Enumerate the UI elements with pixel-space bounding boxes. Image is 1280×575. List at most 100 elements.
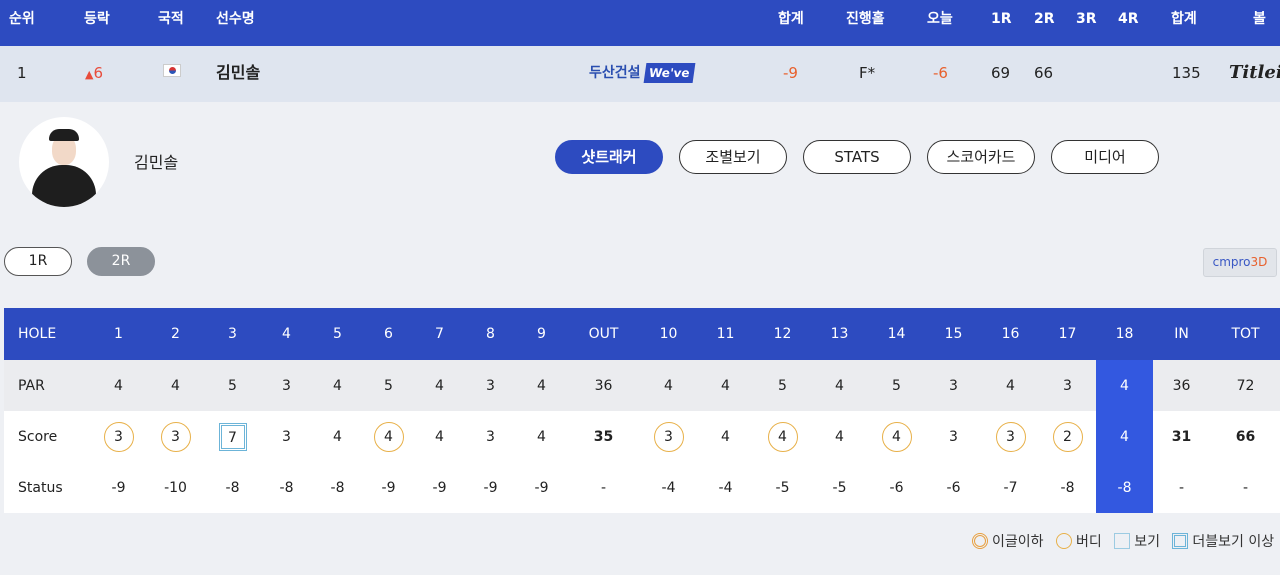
par-cell-4: 3	[261, 360, 312, 411]
status-cell-4: -8	[261, 462, 312, 513]
score-cell-8: 3	[465, 411, 516, 462]
score-cell-1: 3	[90, 411, 147, 462]
rank-change: ▲6	[85, 46, 103, 102]
score-cell-9: 4	[516, 411, 567, 462]
round-2r-button[interactable]: 2R	[87, 247, 155, 276]
score-cell-6: 4	[363, 411, 414, 462]
par-cell-12: 5	[754, 360, 811, 411]
hole-cell-9: 9	[516, 308, 567, 360]
header-today: 오늘	[927, 11, 953, 27]
status-cell-2: -10	[147, 462, 204, 513]
header-rank: 순위	[9, 11, 35, 27]
player-sum: 135	[1172, 64, 1201, 82]
player-profile: 김민솔 샷트래커 조별보기 STATS 스코어카드 미디어	[0, 102, 1280, 224]
score-legend: 이글이하 버디 보기 더블보기 이상	[972, 531, 1274, 551]
score-cell-12: 4	[754, 411, 811, 462]
cmpro3d-button[interactable]: cmpro3D	[1203, 248, 1277, 277]
leaderboard-header: 순위 등락 국적 선수명 합계 진행홀 오늘 1R 2R 3R 4R 합계 볼	[0, 0, 1280, 46]
round-1r-button[interactable]: 1R	[4, 247, 72, 276]
player-total: -9	[783, 64, 798, 82]
status-cell-5: -8	[312, 462, 363, 513]
player-r1: 69	[991, 64, 1011, 82]
birdie-marker: 3	[995, 421, 1026, 452]
hole-cell-12: 12	[754, 308, 811, 360]
header-r4: 4R	[1118, 11, 1139, 27]
tab-shot-tracker[interactable]: 샷트래커	[555, 140, 663, 174]
par-cell-in: 36	[1153, 360, 1210, 411]
legend-double-bogey: 더블보기 이상	[1172, 531, 1274, 551]
status-cell-tot: -	[1210, 462, 1280, 513]
tab-scorecard[interactable]: 스코어카드	[927, 140, 1035, 174]
birdie-marker: 4	[373, 421, 404, 452]
scorecard-score-row: Score 3 3 7 3 4 4 4 3 4 35 3 4 4 4 4 3 3 2 4 31 66	[4, 411, 1280, 462]
player-progress: F*	[859, 64, 876, 82]
hole-cell-7: 7	[414, 308, 465, 360]
par-cell-1: 4	[90, 360, 147, 411]
double-bogey-marker-icon	[1172, 533, 1189, 549]
hole-cell-out: OUT	[567, 308, 640, 360]
tab-group-view[interactable]: 조별보기	[679, 140, 787, 174]
score-cell-5: 4	[312, 411, 363, 462]
score-cell-18: 4	[1096, 411, 1153, 462]
sponsor-logo-mark: We've	[643, 63, 695, 83]
score-cell-17: 2	[1039, 411, 1096, 462]
par-cell-16: 4	[982, 360, 1039, 411]
status-cell-14: -6	[868, 462, 925, 513]
par-cell-tot: 72	[1210, 360, 1280, 411]
legend-eagle: 이글이하	[972, 531, 1044, 551]
status-cell-out: -	[567, 462, 640, 513]
status-cell-7: -9	[414, 462, 465, 513]
hole-cell-5: 5	[312, 308, 363, 360]
sponsor-name: 두산건설	[589, 65, 641, 81]
status-cell-8: -9	[465, 462, 516, 513]
par-cell-9: 4	[516, 360, 567, 411]
header-ball: 볼	[1253, 11, 1266, 27]
par-cell-5: 4	[312, 360, 363, 411]
tab-media[interactable]: 미디어	[1051, 140, 1159, 174]
hole-cell-14: 14	[868, 308, 925, 360]
par-label: PAR	[4, 360, 90, 411]
par-cell-13: 4	[811, 360, 868, 411]
header-progress: 진행홀	[846, 11, 885, 27]
header-nation: 국적	[158, 11, 184, 27]
score-label: Score	[4, 411, 90, 462]
birdie-marker: 4	[881, 421, 912, 452]
korea-flag-icon	[163, 64, 181, 77]
status-cell-18: -8	[1096, 462, 1153, 513]
hole-cell-6: 6	[363, 308, 414, 360]
score-cell-3: 7	[204, 411, 261, 462]
score-cell-11: 4	[697, 411, 754, 462]
hole-cell-1: 1	[90, 308, 147, 360]
status-cell-16: -7	[982, 462, 1039, 513]
par-cell-14: 5	[868, 360, 925, 411]
score-cell-16: 3	[982, 411, 1039, 462]
hole-cell-10: 10	[640, 308, 697, 360]
hole-cell-11: 11	[697, 308, 754, 360]
ball-brand-logo: Titleist	[1229, 62, 1280, 83]
score-cell-14: 4	[868, 411, 925, 462]
par-cell-17: 3	[1039, 360, 1096, 411]
player-today: -6	[933, 64, 948, 82]
birdie-marker: 4	[767, 421, 798, 452]
tab-stats[interactable]: STATS	[803, 140, 911, 174]
scorecard-hole-row: HOLE 1 2 3 4 5 6 7 8 9 OUT 10 11 12 13 14 15 16 17 18 IN TOT	[4, 308, 1280, 360]
hole-label: HOLE	[4, 308, 90, 360]
par-cell-out: 36	[567, 360, 640, 411]
player-row[interactable]: 1 ▲6 김민솔 두산건설 We've -9 F* -6 69 66 135 Ti…	[0, 46, 1280, 102]
player-name[interactable]: 김민솔	[216, 46, 260, 100]
cmpro-3d-label: 3D	[1250, 255, 1268, 269]
player-r2: 66	[1034, 64, 1054, 82]
score-cell-2: 3	[147, 411, 204, 462]
header-player-name: 선수명	[216, 11, 255, 27]
scorecard-par-row: PAR 4 4 5 3 4 5 4 3 4 36 4 4 5 4 5 3 4 3 4 36 72	[4, 360, 1280, 411]
status-cell-12: -5	[754, 462, 811, 513]
hole-cell-17: 17	[1039, 308, 1096, 360]
par-cell-10: 4	[640, 360, 697, 411]
hole-cell-18: 18	[1096, 308, 1153, 360]
status-cell-11: -4	[697, 462, 754, 513]
header-total: 합계	[778, 11, 804, 27]
double-bogey-marker: 7	[218, 422, 247, 451]
par-cell-2: 4	[147, 360, 204, 411]
status-cell-10: -4	[640, 462, 697, 513]
score-cell-4: 3	[261, 411, 312, 462]
